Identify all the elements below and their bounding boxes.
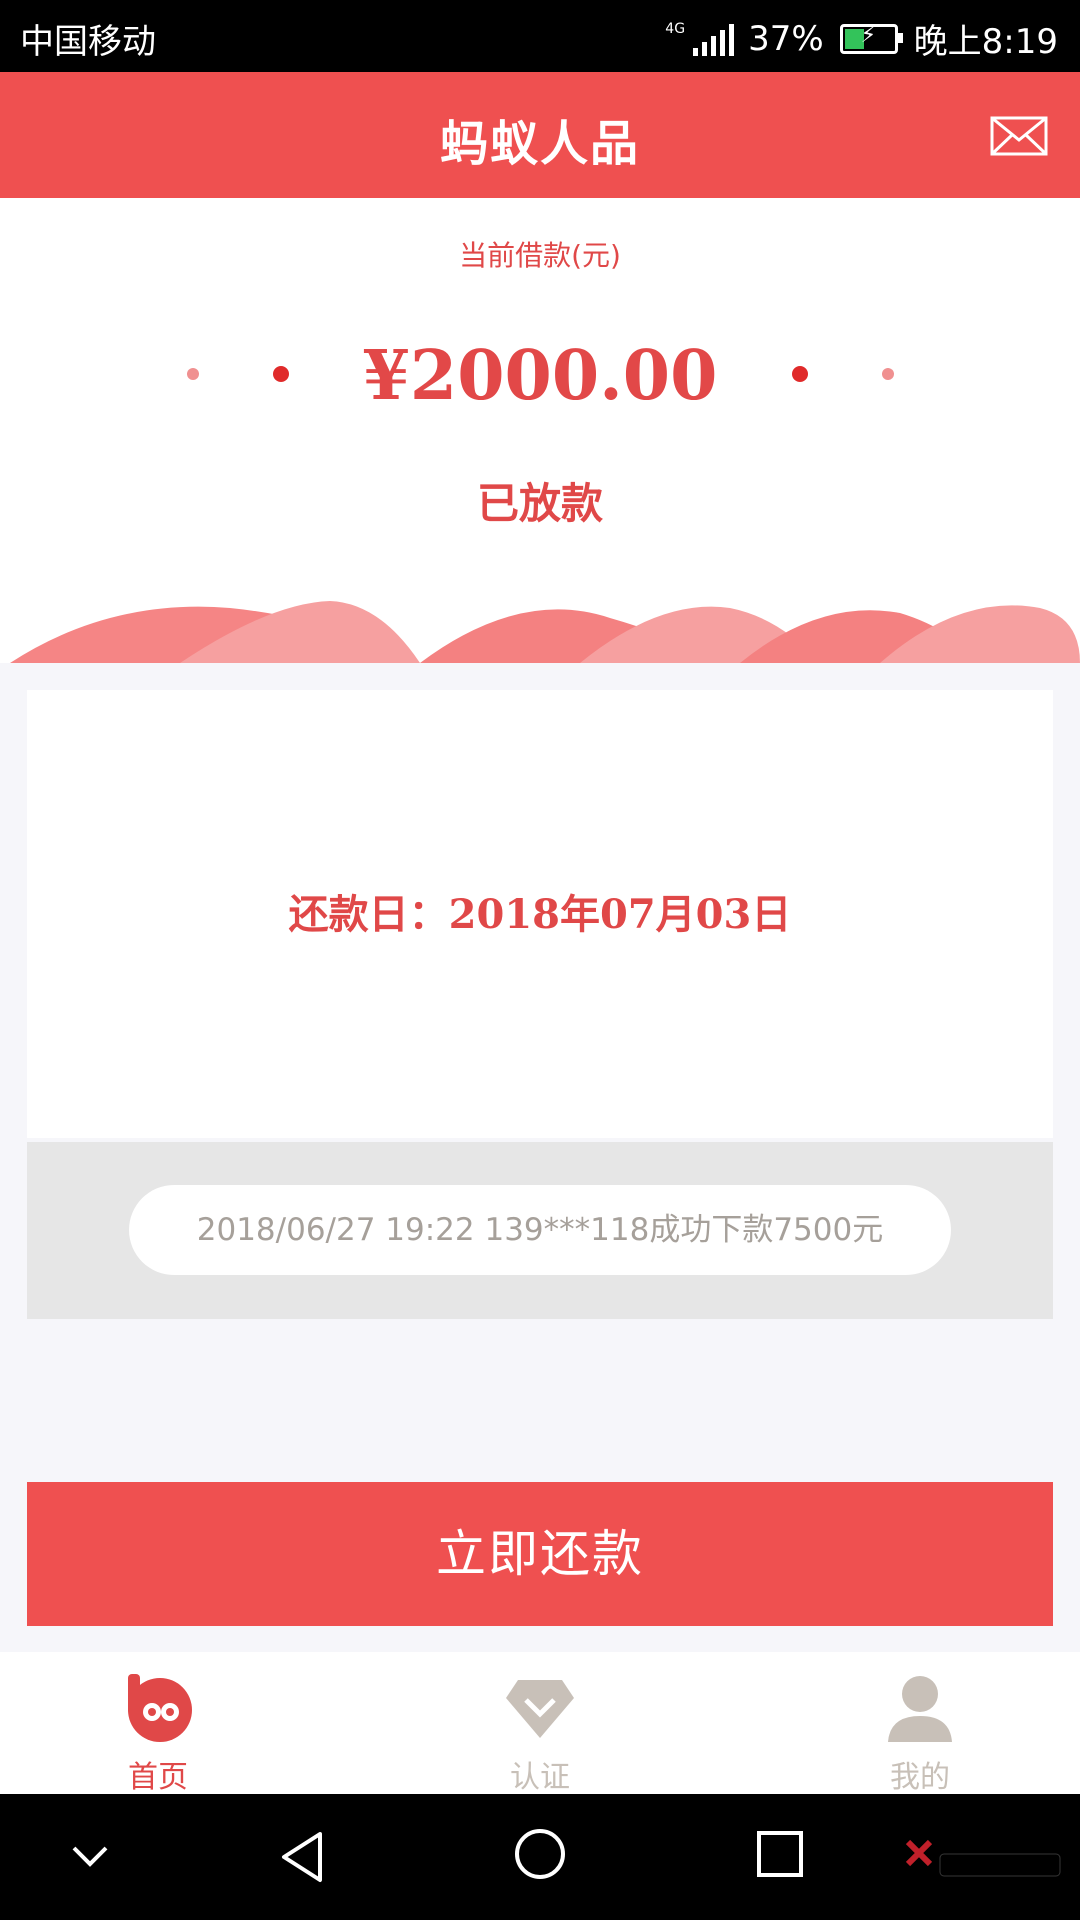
mail-icon[interactable] [990,116,1048,156]
repayment-card: 还款日：2018年07月03日 [27,690,1053,1138]
network-type: 4G [665,20,686,37]
battery-percent: 37% [748,18,824,59]
tab-verify-label: 认证 [510,1760,570,1795]
decor-dot [882,368,894,380]
system-nav-bar [0,1794,1080,1920]
page-title: 蚂蚁人品 [439,116,640,172]
carrier-name: 中国移动 [20,22,156,62]
tab-home[interactable]: 首页 [58,1652,258,1795]
home-logo-icon [128,1674,192,1742]
tab-verify[interactable]: 认证 [440,1652,640,1795]
repay-now-button[interactable]: 立即还款 [27,1482,1053,1626]
bottom-tab-bar: 首页 认证 我的 [0,1652,1080,1795]
current-loan-label: 当前借款(元) [459,239,621,272]
user-icon [888,1676,952,1742]
decor-dot [792,366,808,382]
clock: 晚上8:19 [913,22,1058,62]
recents-icon[interactable] [756,1830,804,1878]
diamond-icon [506,1680,574,1738]
home-icon[interactable] [514,1828,566,1880]
loan-amount: ¥2000.00 [362,336,718,416]
back-icon[interactable] [278,1830,326,1884]
loan-status: 已放款 [476,479,603,528]
app-header: 蚂蚁人品 [0,72,1080,198]
status-bar: 中国移动 4G 37% ⚡ 晚上8:19 [0,0,1080,72]
battery-icon: ⚡ [839,23,903,54]
tab-mine-label: 我的 [890,1760,950,1795]
signal-icon: 4G [665,20,735,56]
tab-mine[interactable]: 我的 [820,1652,1020,1795]
wave-decoration [10,601,1080,663]
loan-summary: 当前借款(元) ¥2000.00 已放款 [0,198,1080,663]
tab-home-label: 首页 [128,1760,188,1795]
news-ticker-area: 2018/06/27 19:22 139***118成功下款7500元 [27,1142,1053,1319]
chevron-down-icon[interactable] [70,1840,110,1870]
news-ticker: 2018/06/27 19:22 139***118成功下款7500元 [129,1185,951,1275]
watermark-logo [905,1839,1061,1877]
status-right: 4G 37% ⚡ 晚上8:19 [665,14,1058,63]
due-date: 还款日：2018年07月03日 [288,891,792,938]
